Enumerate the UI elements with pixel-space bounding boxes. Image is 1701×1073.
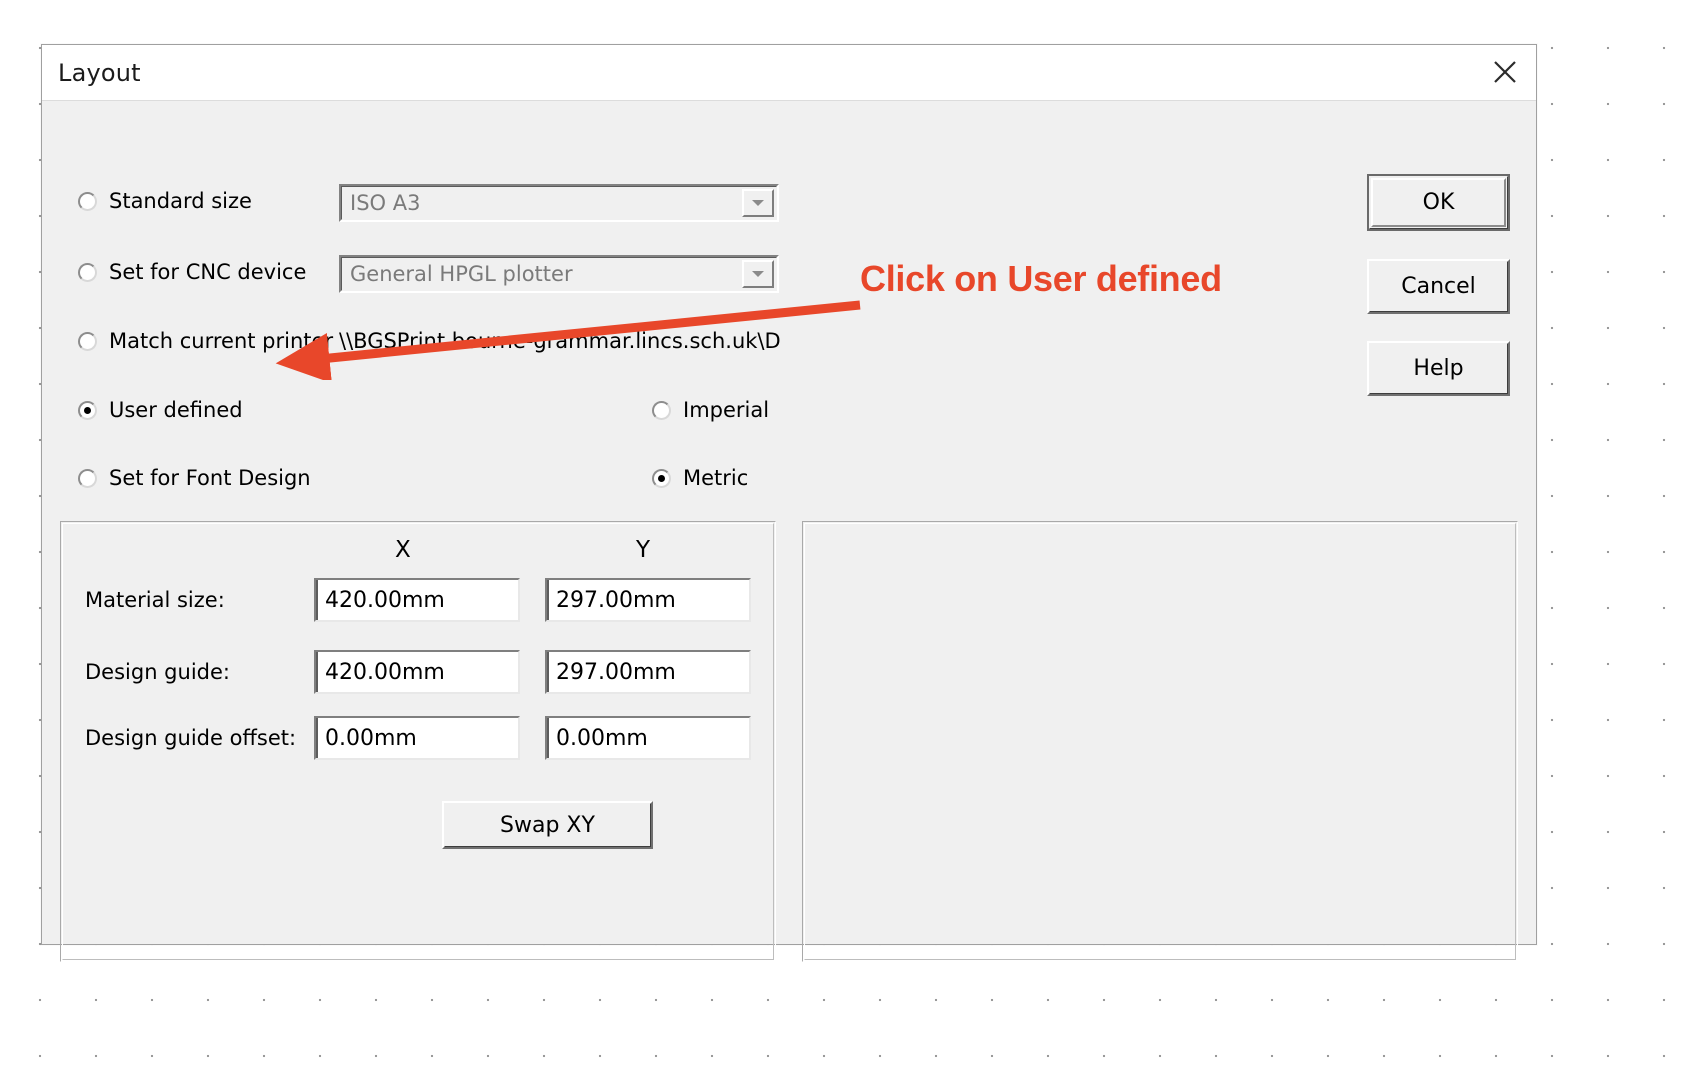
input-material-size-x[interactable]: 420.00mm bbox=[314, 578, 520, 622]
current-printer-path: \\BGSPrint.bourne-grammar.lincs.sch.uk\D bbox=[339, 329, 781, 353]
label-design-guide-offset: Design guide offset: bbox=[85, 726, 297, 750]
input-design-guide-offset-x[interactable]: 0.00mm bbox=[314, 716, 520, 760]
combo-standard-size[interactable]: ISO A3 bbox=[339, 184, 779, 222]
radio-set-for-font-design[interactable]: Set for Font Design bbox=[78, 466, 311, 490]
radio-imperial-label: Imperial bbox=[683, 398, 770, 422]
combo-cnc-device[interactable]: General HPGL plotter bbox=[339, 255, 779, 293]
swap-xy-button-label: Swap XY bbox=[500, 812, 595, 838]
swap-xy-button[interactable]: Swap XY bbox=[442, 801, 653, 849]
input-design-guide-y-value: 297.00mm bbox=[556, 659, 676, 685]
chevron-down-icon[interactable] bbox=[742, 189, 774, 217]
radio-user-defined[interactable]: User defined bbox=[78, 398, 243, 422]
layout-dialog: Layout Standard size ISO A3 Set for CNC … bbox=[41, 44, 1537, 962]
radio-cnc-device-indicator[interactable] bbox=[78, 262, 97, 282]
input-design-guide-x[interactable]: 420.00mm bbox=[314, 650, 520, 694]
input-material-size-x-value: 420.00mm bbox=[325, 587, 445, 613]
radio-metric[interactable]: Metric bbox=[652, 466, 748, 490]
radio-imperial[interactable]: Imperial bbox=[652, 398, 769, 422]
radio-match-current-printer-indicator[interactable] bbox=[78, 331, 97, 351]
column-header-y: Y bbox=[636, 537, 651, 563]
label-design-guide: Design guide: bbox=[85, 660, 230, 684]
radio-set-for-font-design-label: Set for Font Design bbox=[109, 466, 311, 490]
input-design-guide-x-value: 420.00mm bbox=[325, 659, 445, 685]
dialog-titlebar: Layout bbox=[42, 45, 1536, 101]
input-design-guide-offset-y[interactable]: 0.00mm bbox=[545, 716, 751, 760]
input-design-guide-offset-x-value: 0.00mm bbox=[325, 725, 417, 751]
radio-standard-size[interactable]: Standard size bbox=[78, 189, 252, 213]
radio-imperial-indicator[interactable] bbox=[652, 400, 671, 420]
preview-groupbox bbox=[802, 521, 1518, 962]
ok-button-label: OK bbox=[1422, 190, 1455, 215]
chevron-down-icon[interactable] bbox=[742, 260, 774, 288]
combo-cnc-device-value: General HPGL plotter bbox=[350, 262, 573, 286]
radio-set-for-font-design-indicator[interactable] bbox=[78, 468, 97, 488]
dialog-title: Layout bbox=[58, 59, 141, 87]
combo-standard-size-value: ISO A3 bbox=[350, 191, 421, 215]
radio-user-defined-indicator[interactable] bbox=[78, 400, 97, 420]
column-header-x: X bbox=[395, 537, 411, 563]
annotation-label: Click on User defined bbox=[860, 258, 1222, 299]
close-icon[interactable] bbox=[1480, 49, 1530, 95]
ok-button[interactable]: OK bbox=[1367, 174, 1510, 231]
input-design-guide-offset-y-value: 0.00mm bbox=[556, 725, 648, 751]
radio-user-defined-label: User defined bbox=[109, 398, 243, 422]
cancel-button[interactable]: Cancel bbox=[1367, 259, 1510, 314]
radio-metric-label: Metric bbox=[683, 466, 749, 490]
label-material-size: Material size: bbox=[85, 588, 225, 612]
radio-match-current-printer-label: Match current printer bbox=[109, 329, 334, 353]
radio-match-current-printer[interactable]: Match current printer bbox=[78, 329, 333, 353]
input-material-size-y[interactable]: 297.00mm bbox=[545, 578, 751, 622]
help-button-label: Help bbox=[1413, 356, 1464, 381]
help-button[interactable]: Help bbox=[1367, 341, 1510, 396]
radio-metric-indicator[interactable] bbox=[652, 468, 671, 488]
radio-standard-size-indicator[interactable] bbox=[78, 191, 97, 211]
radio-standard-size-label: Standard size bbox=[109, 189, 252, 213]
radio-cnc-device-label: Set for CNC device bbox=[109, 260, 307, 284]
input-design-guide-y[interactable]: 297.00mm bbox=[545, 650, 751, 694]
dialog-client-area: Standard size ISO A3 Set for CNC device … bbox=[42, 101, 1536, 962]
cancel-button-label: Cancel bbox=[1401, 274, 1476, 299]
input-material-size-y-value: 297.00mm bbox=[556, 587, 676, 613]
radio-cnc-device[interactable]: Set for CNC device bbox=[78, 260, 306, 284]
